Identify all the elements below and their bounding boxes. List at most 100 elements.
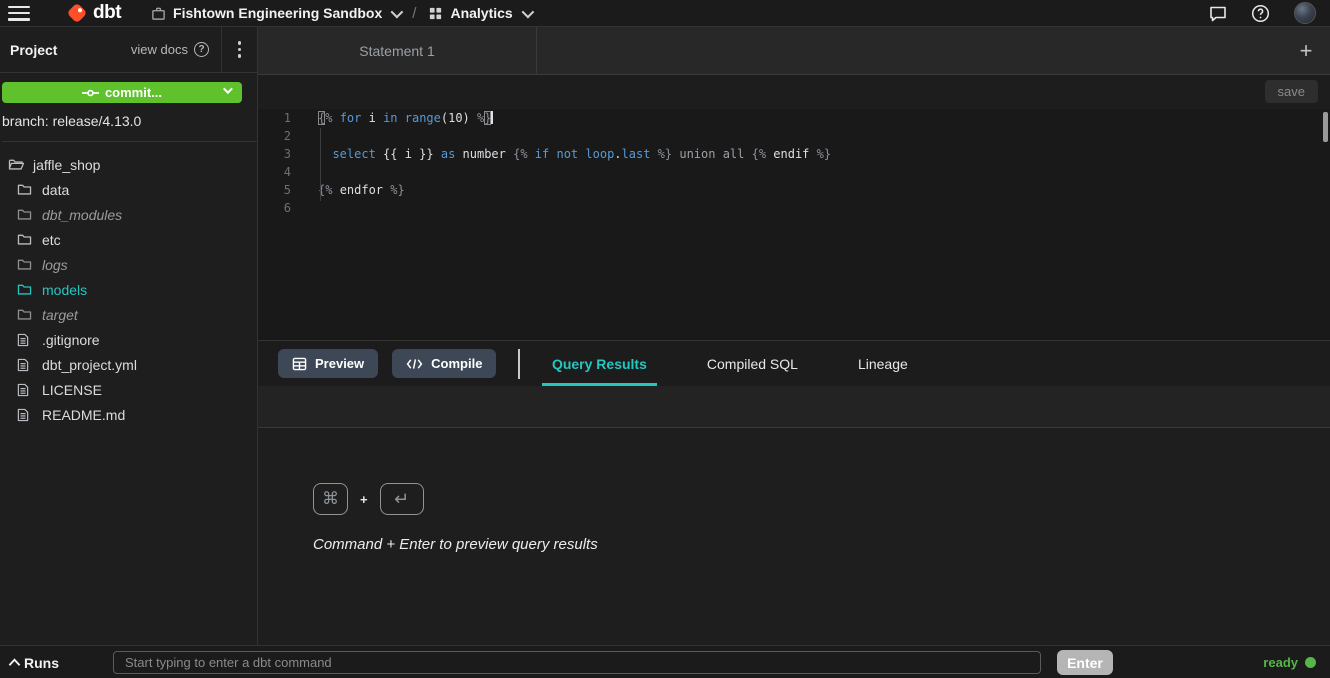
code-content: select {{ i }} as number {% if not loop.…: [318, 145, 831, 163]
tree-item-label: logs: [42, 257, 68, 273]
tab-statement-1[interactable]: Statement 1: [258, 27, 537, 74]
account-name: Fishtown Engineering Sandbox: [173, 5, 382, 21]
account-switcher[interactable]: Fishtown Engineering Sandbox: [151, 5, 400, 21]
code-lines: 1{% for i in range(10) %}23 select {{ i …: [258, 109, 1330, 217]
tree-item-label: jaffle_shop: [33, 157, 100, 173]
tab-query-results[interactable]: Query Results: [542, 341, 657, 387]
editor-scrollbar[interactable]: [1323, 112, 1328, 142]
git-commit-icon: [82, 88, 99, 98]
help-circle-icon: [194, 42, 209, 57]
folder-open-icon: [8, 158, 24, 171]
plus-sign: +: [360, 492, 368, 507]
runs-toggle[interactable]: Runs: [8, 646, 59, 678]
tab-lineage[interactable]: Lineage: [848, 341, 918, 387]
enter-key-icon: ↵: [380, 483, 424, 515]
line-number: 5: [258, 181, 298, 199]
status-indicator: ready: [1263, 646, 1316, 678]
tree-item-label: models: [42, 282, 87, 298]
compile-button[interactable]: Compile: [392, 349, 496, 378]
tree-item-target[interactable]: target: [0, 302, 257, 327]
file-tree: jaffle_shopdata dbt_modulesetc logs models t…: [0, 152, 257, 427]
line-number: 6: [258, 199, 298, 217]
folder-icon: [17, 233, 33, 246]
code-line-2[interactable]: 2: [258, 127, 1330, 145]
user-avatar[interactable]: [1294, 2, 1316, 24]
dbt-command-input[interactable]: [113, 651, 1041, 674]
breadcrumb-separator: /: [412, 5, 416, 22]
dbt-logo: dbt: [66, 2, 121, 24]
tab-compiled-sql[interactable]: Compiled SQL: [697, 341, 808, 387]
feedback-chat-icon[interactable]: [1209, 5, 1227, 22]
new-tab-button[interactable]: +: [1288, 27, 1324, 75]
project-name: Analytics: [450, 5, 512, 21]
editor-header: save: [258, 75, 1330, 109]
line-number: 3: [258, 145, 298, 163]
folder-icon: [17, 258, 33, 271]
tree-item-etc[interactable]: etc: [0, 227, 257, 252]
help-icon[interactable]: [1251, 4, 1270, 23]
tree-item-label: .gitignore: [42, 332, 100, 348]
tree-item-jaffle-shop[interactable]: jaffle_shop: [0, 152, 257, 177]
top-nav-bar: dbt Fishtown Engineering Sandbox / Analy…: [0, 0, 1330, 27]
tree-item-logs[interactable]: logs: [0, 252, 257, 277]
folder-icon: [17, 183, 33, 196]
tree-item-label: LICENSE: [42, 382, 102, 398]
runs-label: Runs: [24, 655, 59, 671]
editor-tab-bar: Statement 1 +: [258, 27, 1330, 75]
code-line-5[interactable]: 5 {% endfor %}: [258, 181, 1330, 199]
chevron-up-icon: [8, 658, 21, 667]
enter-button[interactable]: Enter: [1057, 650, 1113, 675]
code-editor[interactable]: 1{% for i in range(10) %}23 select {{ i …: [258, 109, 1330, 340]
sidebar-menu-button[interactable]: [221, 27, 257, 73]
line-number: 1: [258, 109, 298, 127]
hamburger-menu-icon[interactable]: [8, 6, 30, 21]
commit-button[interactable]: commit...: [2, 82, 242, 103]
results-toolbar: Preview Compile Query Results Compiled SQ…: [258, 340, 1330, 386]
text-cursor: [491, 111, 493, 124]
tree-item-label: target: [42, 307, 78, 323]
dbt-logo-text: dbt: [93, 2, 121, 24]
view-docs-link[interactable]: view docs: [131, 42, 221, 57]
tree-item-label: etc: [42, 232, 61, 248]
command-bar: Runs Enter ready: [0, 645, 1330, 678]
file-icon: [17, 408, 33, 422]
kebab-icon: [238, 41, 242, 58]
save-button[interactable]: save: [1265, 80, 1318, 103]
preview-button[interactable]: Preview: [278, 349, 378, 378]
commit-button-label: commit...: [105, 85, 162, 100]
code-line-6[interactable]: 6: [258, 199, 1330, 217]
toolbar-divider: [518, 349, 520, 379]
code-content: {% endfor %}: [318, 181, 405, 199]
indent-guide: [320, 128, 321, 201]
tree-item-data[interactable]: data: [0, 177, 257, 202]
tree-item-label: dbt_project.yml: [42, 357, 137, 373]
results-subheader: [258, 386, 1330, 428]
code-icon: [406, 358, 423, 370]
tree-item-readme-md[interactable]: README.md: [0, 402, 257, 427]
tree-item-license[interactable]: LICENSE: [0, 377, 257, 402]
file-icon: [17, 383, 33, 397]
shortcut-hint: Command + Enter to preview query results: [313, 536, 1330, 553]
tree-item-dbt-modules[interactable]: dbt_modules: [0, 202, 257, 227]
grid-icon: [428, 6, 443, 21]
code-line-4[interactable]: 4: [258, 163, 1330, 181]
project-switcher[interactable]: Analytics: [428, 5, 530, 21]
code-line-1[interactable]: 1{% for i in range(10) %}: [258, 109, 1330, 127]
folder-icon: [17, 208, 33, 221]
folder-icon: [17, 283, 33, 296]
folder-icon: [17, 308, 33, 321]
tree-item-label: README.md: [42, 407, 125, 423]
code-line-3[interactable]: 3 select {{ i }} as number {% if not loo…: [258, 145, 1330, 163]
chevron-down-icon: [223, 84, 233, 94]
table-icon: [292, 357, 307, 371]
tree-item-models[interactable]: models: [0, 277, 257, 302]
editor-pane: Statement 1 + save 1{% for i in range(10…: [258, 27, 1330, 645]
file-icon: [17, 333, 33, 347]
tree-item-gitignore[interactable]: .gitignore: [0, 327, 257, 352]
branch-label: branch: release/4.13.0: [2, 113, 260, 142]
results-tabs: Query Results Compiled SQL Lineage: [542, 341, 918, 387]
chevron-down-icon: [521, 5, 534, 18]
tree-item-dbt-project-yml[interactable]: dbt_project.yml: [0, 352, 257, 377]
sidebar-header: Project view docs: [0, 27, 257, 73]
tree-item-label: dbt_modules: [42, 207, 122, 223]
